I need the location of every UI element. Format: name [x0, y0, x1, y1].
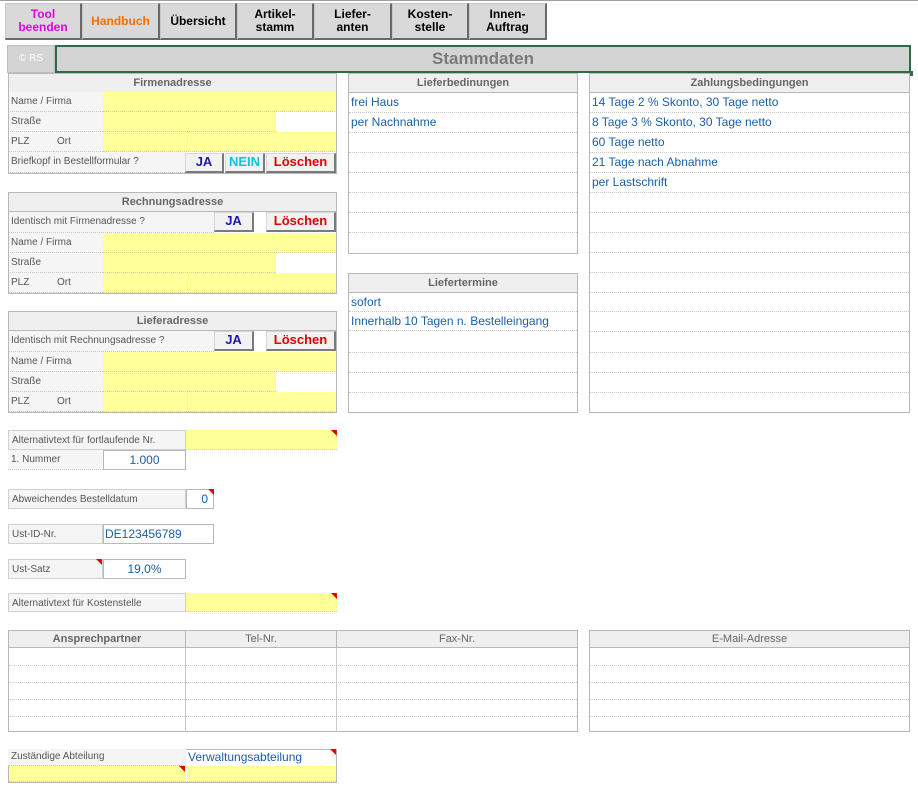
row-divider — [9, 665, 577, 666]
row-divider — [349, 212, 577, 213]
liefertermin-item[interactable]: Innerhalb 10 Tagen n. Bestelleingang — [351, 311, 576, 331]
ust-satz-label: Ust-Satz — [8, 559, 103, 579]
stammdaten-sheet: Tool beenden Handbuch Übersicht Artikel-… — [0, 0, 918, 796]
abteilung-input-right[interactable] — [187, 766, 336, 782]
lieferbedingung-item[interactable]: per Nachnahme — [351, 112, 576, 132]
row-divider — [349, 172, 577, 173]
handbuch-button[interactable]: Handbuch — [82, 3, 160, 40]
column-divider — [336, 648, 337, 732]
row-divider — [349, 132, 577, 133]
abteilung-left-comment-icon — [179, 766, 185, 772]
row-divider — [349, 232, 577, 233]
zahlungsbedingung-item[interactable]: 60 Tage netto — [592, 132, 908, 152]
kostenstelle-comment-icon — [331, 593, 337, 599]
email-header: E-Mail-Adresse — [589, 630, 910, 648]
row-divider — [590, 232, 909, 233]
comment-indicator-icon — [331, 430, 337, 436]
row-divider — [590, 192, 909, 193]
row-divider — [590, 699, 909, 700]
row-divider — [590, 272, 909, 273]
lieferbedingungen-header: Lieferbedinungen — [348, 73, 578, 93]
innenauftrag-button[interactable]: Innen- Auftrag — [469, 3, 547, 40]
zahlungsbedingung-item[interactable]: 8 Tage 3 % Skonto, 30 Tage netto — [592, 112, 908, 132]
row-divider — [590, 252, 909, 253]
firmenadresse-frame — [8, 73, 337, 174]
row-divider — [590, 392, 909, 393]
ansprechpartner-header: Ansprechpartner — [8, 630, 186, 648]
ust-id-label: Ust-ID-Nr. — [8, 524, 103, 544]
lieferbedingung-item[interactable]: frei Haus — [351, 92, 576, 112]
zahlungsbedingungen-header: Zahlungsbedingungen — [589, 73, 910, 93]
row-divider — [590, 292, 909, 293]
row-divider — [590, 352, 909, 353]
ust-satz-value: 19,0% — [127, 562, 162, 576]
row-divider — [349, 192, 577, 193]
zahlungsbedingung-item[interactable]: 14 Tage 2 % Skonto, 30 Tage netto — [592, 92, 908, 112]
row-divider — [590, 716, 909, 717]
row-divider — [9, 682, 577, 683]
bestelldatum-label: Abweichendes Bestelldatum — [8, 489, 186, 509]
kostenstelle-button[interactable]: Kosten- stelle — [392, 3, 469, 40]
lieferadresse-frame — [8, 311, 337, 413]
liefertermine-header: Liefertermine — [348, 273, 578, 293]
erste-nummer-label: 1. Nummer — [8, 450, 103, 470]
row-divider — [9, 699, 577, 700]
row-divider — [590, 331, 909, 332]
rechnungsadresse-frame — [8, 192, 337, 294]
tool-beenden-button[interactable]: Tool beenden — [5, 3, 82, 40]
artikelstamm-button[interactable]: Artikel- stamm — [237, 3, 314, 40]
abteilung-input-left[interactable] — [9, 766, 186, 782]
row-divider — [590, 212, 909, 213]
row-divider — [349, 352, 577, 353]
row-divider — [349, 372, 577, 373]
page-title: Stammdaten — [55, 45, 911, 73]
alternativtext-kostenstelle-input[interactable] — [186, 593, 337, 612]
erste-nummer-value: 1.000 — [129, 453, 160, 467]
lieferanten-button[interactable]: Liefer- anten — [314, 3, 392, 40]
row-divider — [349, 152, 577, 153]
abteilung-value[interactable]: Verwaltungsabteilung — [188, 748, 336, 766]
abteilung-label: Zuständige Abteilung — [8, 749, 186, 766]
alternativtext-nr-input[interactable] — [186, 430, 337, 450]
row-divider — [590, 372, 909, 373]
row-divider — [590, 665, 909, 666]
ust-id-value: DE123456789 — [105, 527, 182, 541]
row-divider — [590, 311, 909, 312]
top-border — [0, 0, 918, 1]
bestelldatum-value: 0 — [201, 492, 208, 506]
column-divider — [185, 648, 186, 732]
ust-satz-comment-icon — [96, 559, 102, 565]
copyright-label: © RS — [7, 45, 55, 73]
liefertermin-item[interactable]: sofort — [351, 292, 576, 312]
zahlungsbedingung-item[interactable]: 21 Tage nach Abnahme — [592, 152, 908, 172]
bestelldatum-comment-icon — [208, 489, 214, 495]
row-divider — [349, 392, 577, 393]
tel-header: Tel-Nr. — [185, 630, 337, 648]
row-divider — [590, 682, 909, 683]
alternativtext-nr-label: Alternativtext für fortlaufende Nr. — [8, 430, 186, 450]
alternativtext-kostenstelle-label: Alternativtext für Kostenstelle — [8, 593, 186, 612]
fax-header: Fax-Nr. — [336, 630, 578, 648]
zahlungsbedingung-item[interactable]: per Lastschrift — [592, 172, 908, 192]
uebersicht-button[interactable]: Übersicht — [160, 3, 237, 40]
row-divider — [9, 716, 577, 717]
abteilung-comment-icon — [330, 749, 336, 755]
